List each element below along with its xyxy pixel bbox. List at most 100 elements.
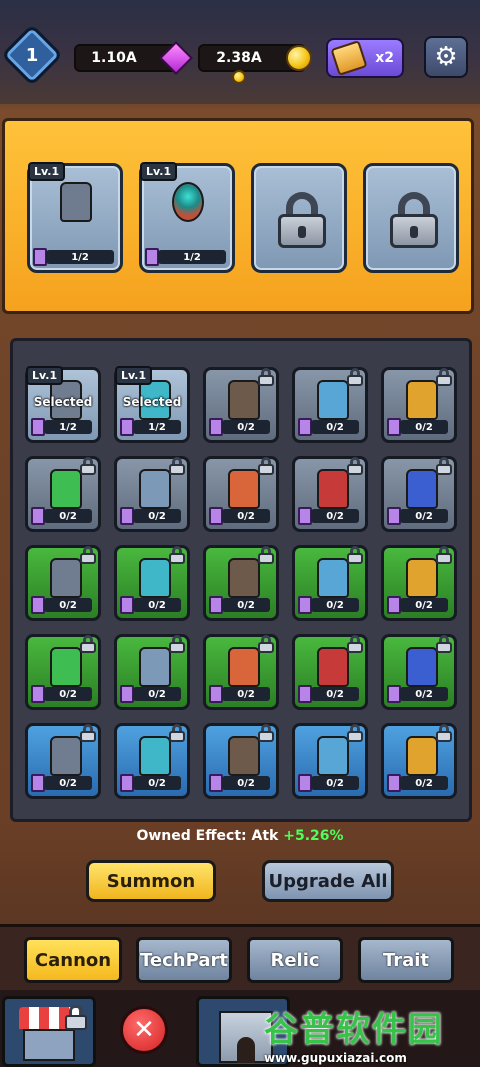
lock-icon	[436, 546, 452, 564]
collection-item[interactable]: 0/2	[292, 456, 368, 532]
boost-button[interactable]: x2	[326, 38, 404, 78]
card-icon	[31, 685, 45, 703]
collection-item[interactable]: 0/2	[292, 634, 368, 710]
collection-item[interactable]: 0/2	[381, 634, 457, 710]
collection-item[interactable]: 0/2	[114, 723, 190, 799]
settings-button[interactable]: ⚙	[424, 36, 468, 78]
equipped-slot-locked-3[interactable]	[251, 163, 347, 273]
collection-item[interactable]: 0/2	[381, 367, 457, 443]
collection-item[interactable]: 0/2	[114, 545, 190, 621]
tab-trait[interactable]: Trait	[358, 937, 454, 983]
blue-turret-icon	[406, 647, 438, 687]
equipped-slot-2[interactable]: Lv.1 1/2	[139, 162, 235, 273]
collection-item[interactable]: 0/2	[203, 367, 279, 443]
card-icon	[298, 596, 312, 614]
collection-item[interactable]: 0/2	[203, 634, 279, 710]
gear-icon: ⚙	[434, 42, 458, 72]
potion-icon	[330, 40, 368, 76]
tab-relic[interactable]: Relic	[247, 937, 343, 983]
red-turret-icon	[317, 647, 349, 687]
item-count: 0/2	[44, 776, 92, 790]
close-icon: ✕	[133, 1015, 155, 1045]
collection-item[interactable]: Lv.1 Selected 1/2	[114, 366, 190, 443]
item-count: 0/2	[311, 687, 359, 701]
tank-icon	[50, 469, 82, 509]
item-count: 0/2	[400, 687, 448, 701]
collection-item[interactable]: 0/2	[25, 634, 101, 710]
item-count: 0/2	[222, 687, 270, 701]
lock-icon	[436, 368, 452, 386]
collection-item[interactable]: 0/2	[292, 545, 368, 621]
card-icon	[387, 418, 401, 436]
collection-item[interactable]: 0/2	[203, 456, 279, 532]
shop-icon	[23, 1029, 75, 1061]
collection-item[interactable]: 0/2	[25, 723, 101, 799]
collection-item[interactable]: 0/2	[25, 545, 101, 621]
card-icon	[120, 418, 134, 436]
card-icon	[298, 418, 312, 436]
item-count: 0/2	[311, 509, 359, 523]
tab-cannon[interactable]: Cannon	[24, 937, 122, 983]
upgrade-all-button[interactable]: Upgrade All	[262, 860, 394, 902]
lock-icon	[258, 546, 274, 564]
laser-tower-icon	[317, 380, 349, 420]
slot-level-tag: Lv.1	[140, 162, 178, 181]
cannon-barrel-icon	[50, 736, 82, 776]
lock-icon	[80, 457, 96, 475]
lantern-tower-icon	[228, 469, 260, 509]
card-icon	[120, 596, 134, 614]
collection-item[interactable]: 0/2	[381, 545, 457, 621]
close-button[interactable]: ✕	[120, 1006, 168, 1054]
card-icon	[31, 418, 45, 436]
gem-amount: 1.10A	[91, 50, 137, 66]
collection-item[interactable]: 0/2	[114, 634, 190, 710]
laser-tower-icon	[317, 558, 349, 598]
red-turret-icon	[317, 469, 349, 509]
player-level-value: 1	[25, 44, 39, 66]
orb-tower-icon	[139, 736, 171, 776]
collection-item[interactable]: 0/2	[292, 367, 368, 443]
collection-item[interactable]: Lv.1 Selected 1/2	[25, 366, 101, 443]
slot-level-tag: Lv.1	[28, 162, 66, 181]
item-count: 0/2	[133, 509, 181, 523]
collection-item[interactable]: 0/2	[114, 456, 190, 532]
item-count: 0/2	[133, 776, 181, 790]
collection-item[interactable]: 0/2	[381, 723, 457, 799]
owned-effect: Owned Effect: Atk +5.26%	[0, 828, 480, 844]
collection-item[interactable]: 0/2	[25, 456, 101, 532]
collection-item[interactable]: 0/2	[203, 545, 279, 621]
lock-icon	[347, 457, 363, 475]
card-icon	[209, 596, 223, 614]
card-icon	[209, 507, 223, 525]
summon-button[interactable]: Summon	[86, 860, 216, 902]
lock-icon	[80, 546, 96, 564]
collection-item[interactable]: 0/2	[381, 456, 457, 532]
card-icon	[298, 685, 312, 703]
lock-icon	[169, 724, 185, 742]
lock-icon	[258, 635, 274, 653]
castle-gate	[237, 1037, 255, 1063]
orb-tower-icon	[172, 182, 204, 222]
lock-icon	[169, 546, 185, 564]
watermark-url: www.gupuxiazai.com	[264, 1051, 407, 1065]
item-level-tag: Lv.1	[115, 366, 153, 385]
item-count: 0/2	[400, 420, 448, 434]
item-level-tag: Lv.1	[26, 366, 64, 385]
item-count: 0/2	[133, 598, 181, 612]
collection-item[interactable]: 0/2	[203, 723, 279, 799]
coin-icon	[286, 45, 312, 71]
equipped-slot-1[interactable]: Lv.1 1/2	[27, 162, 123, 273]
card-icon	[145, 248, 159, 266]
equipped-slot-locked-4[interactable]	[363, 163, 459, 273]
card-icon	[33, 248, 47, 266]
item-count: 0/2	[44, 509, 92, 523]
owned-effect-value: +5.26%	[283, 828, 344, 844]
padlock-icon	[390, 192, 438, 248]
item-count: 0/2	[133, 687, 181, 701]
collection-item[interactable]: 0/2	[292, 723, 368, 799]
shop-nav-button[interactable]	[2, 996, 96, 1067]
item-count: 0/2	[222, 509, 270, 523]
frost-tower-icon	[139, 647, 171, 687]
tab-techpart[interactable]: TechPart	[136, 937, 232, 983]
category-tab-bar: Cannon TechPart Relic Trait	[0, 924, 480, 990]
